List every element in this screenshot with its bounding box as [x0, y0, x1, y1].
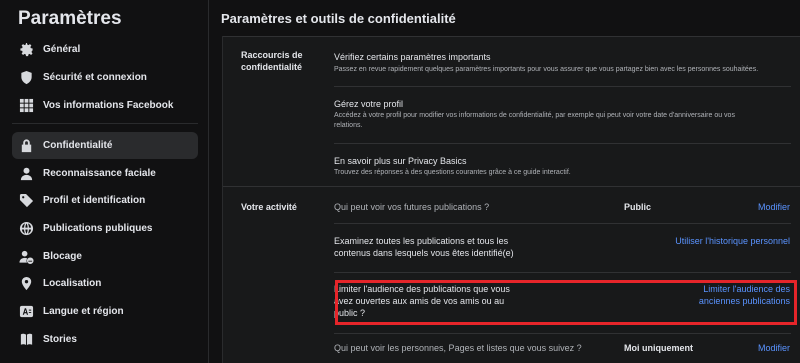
- lock-icon: [18, 138, 34, 154]
- sidebar-item-label: Sécurité et connexion: [43, 72, 147, 83]
- sidebar-item-label: Langue et région: [43, 306, 124, 317]
- divider: [334, 86, 791, 87]
- settings-sidebar: Paramètres Général Sécurité et connexion…: [0, 0, 209, 363]
- setting-value: Public: [624, 202, 652, 212]
- sidebar-divider: [12, 123, 198, 124]
- divider: [223, 36, 800, 37]
- sidebar-item-label: Localisation: [43, 278, 102, 289]
- divider: [334, 272, 791, 273]
- tag-icon: [18, 193, 34, 209]
- activity-log-link[interactable]: Utiliser l'historique personnel: [675, 235, 790, 247]
- sidebar-item-label: Stories: [43, 334, 77, 345]
- gear-icon: [18, 42, 34, 58]
- face-user-icon: [18, 166, 34, 182]
- sidebar-item-general[interactable]: Général: [12, 36, 198, 63]
- setting-value: Moi uniquement: [624, 343, 693, 353]
- divider: [334, 333, 791, 334]
- settings-card: Raccourcis de confidentialité Vérifiez c…: [222, 36, 800, 363]
- highlight-box: [335, 280, 797, 325]
- modify-link[interactable]: Modifier: [758, 342, 790, 354]
- sidebar-item-public-posts[interactable]: Publications publiques: [12, 215, 198, 242]
- section-label-privacy-shortcuts: Raccourcis de confidentialité: [241, 50, 303, 72]
- sidebar-item-label: Publications publiques: [43, 223, 153, 234]
- language-icon: [18, 304, 34, 320]
- page-title: Paramètres et outils de confidentialité: [221, 11, 456, 26]
- sidebar-item-label: Profil et identification: [43, 195, 146, 206]
- sidebar-item-face-recognition[interactable]: Reconnaissance faciale: [12, 160, 198, 187]
- divider: [223, 186, 800, 187]
- shield-icon: [18, 70, 34, 86]
- sidebar-item-security[interactable]: Sécurité et connexion: [12, 64, 198, 91]
- setting-question: Examinez toutes les publications et tous…: [334, 236, 514, 258]
- sidebar-item-location[interactable]: Localisation: [12, 270, 198, 297]
- shortcut-description: Accédez à votre profil pour modifier vos…: [334, 112, 735, 129]
- shortcut-title[interactable]: Vérifiez certains paramètres importants: [334, 51, 491, 63]
- section-label-your-activity: Votre activité: [241, 202, 297, 212]
- setting-question: Qui peut voir les personnes, Pages et li…: [334, 343, 582, 353]
- shortcut-description: Trouvez des réponses à des questions cou…: [334, 169, 571, 176]
- setting-question: Qui peut voir vos futures publications ?: [334, 202, 490, 212]
- sidebar-title: Paramètres: [18, 8, 122, 29]
- location-pin-icon: [18, 276, 34, 292]
- divider: [334, 143, 791, 144]
- sidebar-item-label: Reconnaissance faciale: [43, 168, 156, 179]
- sidebar-item-language[interactable]: Langue et région: [12, 298, 198, 325]
- sidebar-item-label: Confidentialité: [43, 140, 113, 151]
- shortcut-title[interactable]: En savoir plus sur Privacy Basics: [334, 155, 467, 167]
- sidebar-item-label: Général: [43, 44, 81, 55]
- globe-icon: [18, 221, 34, 237]
- sidebar-item-blocking[interactable]: Blocage: [12, 243, 198, 270]
- sidebar-item-stories[interactable]: Stories: [12, 326, 198, 353]
- shortcut-description: Passez en revue rapidement quelques para…: [334, 66, 759, 73]
- block-user-icon: [18, 249, 34, 265]
- shortcut-title[interactable]: Gérez votre profil: [334, 98, 403, 110]
- sidebar-item-privacy[interactable]: Confidentialité: [12, 132, 198, 159]
- sidebar-item-label: Blocage: [43, 251, 82, 262]
- grid-icon: [18, 98, 34, 114]
- sidebar-item-label: Vos informations Facebook: [43, 100, 174, 111]
- divider: [334, 223, 791, 224]
- sidebar-item-profile-tagging[interactable]: Profil et identification: [12, 187, 198, 214]
- book-icon: [18, 332, 34, 348]
- privacy-settings-main: Paramètres et outils de confidentialité …: [210, 0, 800, 363]
- modify-link[interactable]: Modifier: [758, 201, 790, 213]
- sidebar-item-your-information[interactable]: Vos informations Facebook: [12, 92, 198, 119]
